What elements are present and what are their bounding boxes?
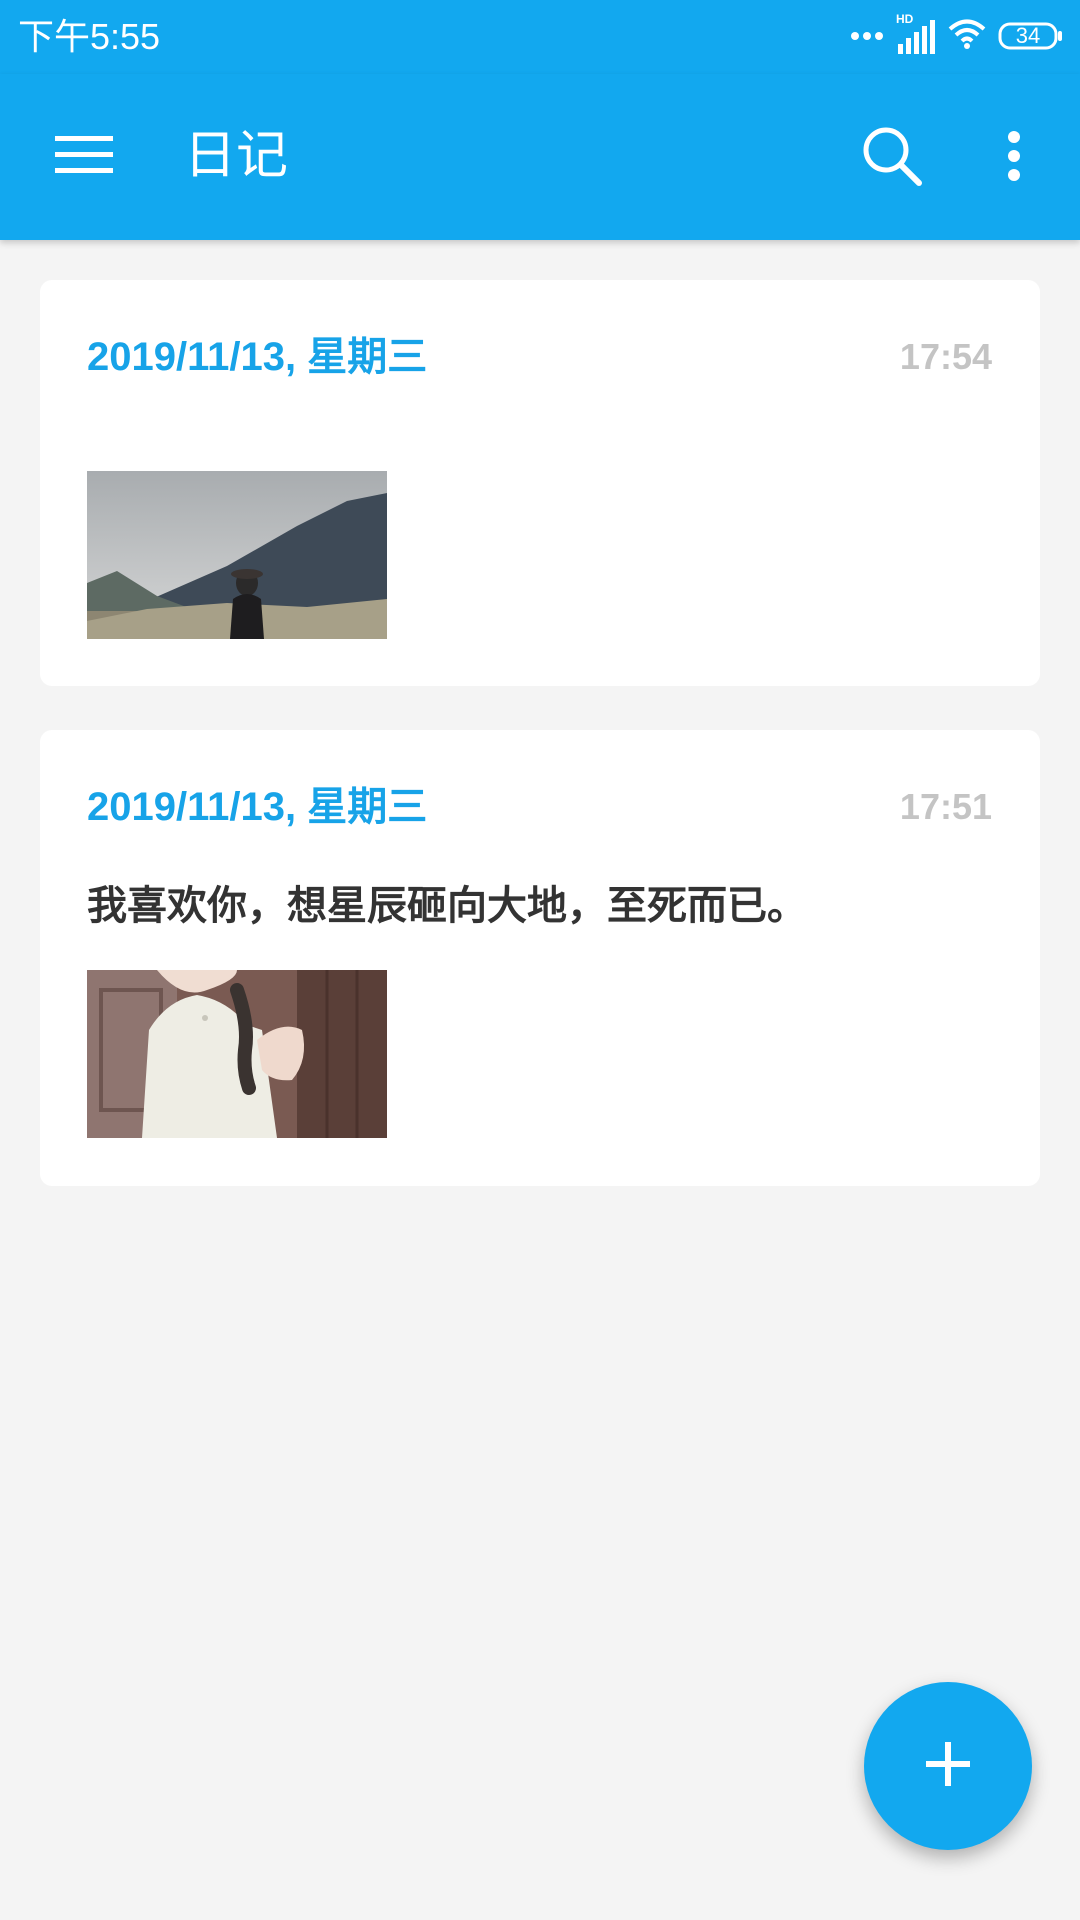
status-time: 下午5:55 (18, 16, 161, 57)
status-icons: HD 34 (850, 12, 1064, 56)
cell-signal-icon: HD (896, 12, 936, 56)
app-bar: 日记 (0, 74, 1080, 240)
more-dots-icon (850, 27, 884, 46)
more-options-button[interactable] (982, 118, 1046, 198)
menu-icon (55, 134, 113, 180)
battery-icon: 34 (998, 21, 1064, 51)
diary-entry-card[interactable]: 2019/11/13, 星期三 17:54 (40, 280, 1040, 686)
menu-button[interactable] (40, 122, 128, 192)
status-bar: 下午5:55 HD 34 (0, 0, 1080, 74)
entry-thumbnail[interactable] (87, 471, 387, 639)
network-type-label: HD (896, 12, 914, 26)
search-icon (860, 124, 924, 192)
diary-entry-card[interactable]: 2019/11/13, 星期三 17:51 我喜欢你，想星辰砸向大地，至死而已。 (40, 730, 1040, 1186)
girl-white-dress-photo (87, 970, 387, 1138)
entry-time: 17:51 (899, 786, 992, 827)
battery-level: 34 (1015, 23, 1041, 48)
entry-date: 2019/11/13, 星期三 (87, 335, 428, 379)
entry-time: 17:54 (899, 336, 992, 377)
mountain-landscape-photo (87, 471, 387, 639)
wifi-icon (948, 18, 986, 54)
entry-date: 2019/11/13, 星期三 (87, 785, 428, 829)
entry-thumbnail[interactable] (87, 970, 387, 1138)
page-title: 日记 (184, 126, 289, 186)
more-vert-icon (1006, 130, 1022, 186)
add-entry-button[interactable] (864, 1682, 1032, 1850)
plus-icon (926, 1742, 970, 1790)
entry-text: 我喜欢你，想星辰砸向大地，至死而已。 (87, 883, 807, 929)
search-button[interactable] (852, 118, 932, 198)
